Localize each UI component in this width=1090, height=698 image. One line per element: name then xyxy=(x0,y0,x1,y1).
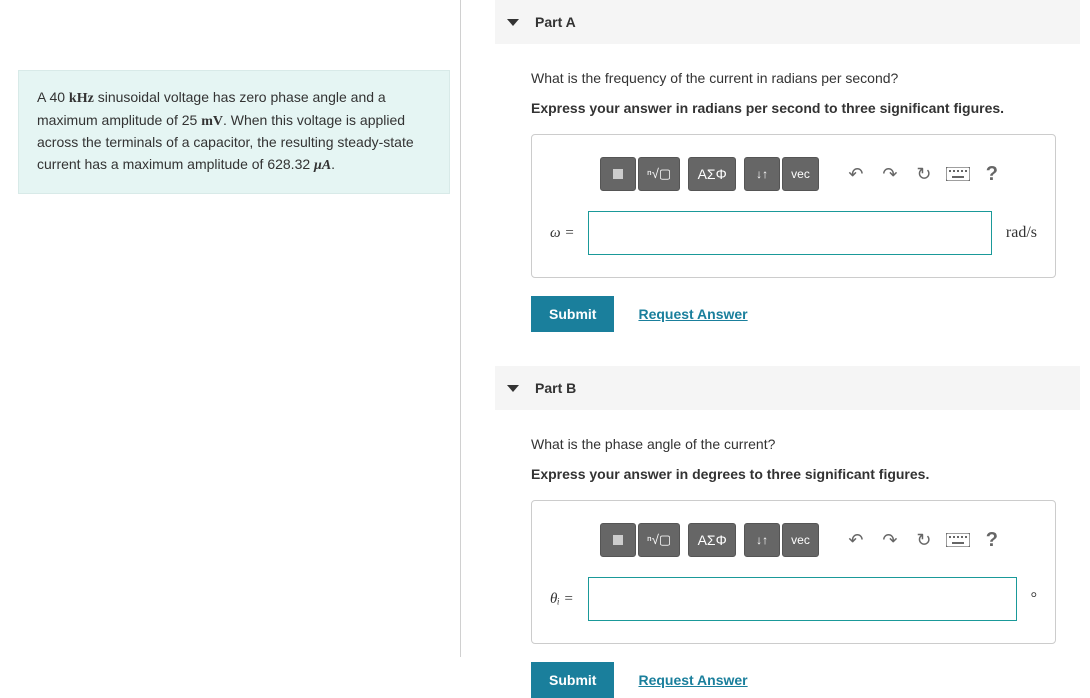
part-a-header[interactable]: Part A xyxy=(495,0,1080,44)
part-b-answer-box: ⁿ√▢ ΑΣΦ ↓↑ vec ↶ ↷ ↻ ? xyxy=(531,500,1056,644)
undo-icon[interactable]: ↶ xyxy=(843,527,869,553)
chevron-down-icon xyxy=(507,385,519,392)
subscript-button[interactable]: ↓↑ xyxy=(744,523,780,557)
part-a-submit-button[interactable]: Submit xyxy=(531,296,614,332)
part-a-unit: rad/s xyxy=(1006,224,1037,242)
unit-ua: μA xyxy=(314,158,331,173)
greek-letters-button[interactable]: ΑΣΦ xyxy=(688,523,736,557)
part-a-variable-label: ω = xyxy=(550,225,574,242)
part-a-answer-box: ⁿ√▢ ΑΣΦ ↓↑ vec ↶ ↷ ↻ ? xyxy=(531,134,1056,278)
unit-mv: mV xyxy=(201,114,223,129)
part-a-instruction: Express your answer in radians per secon… xyxy=(531,100,1056,116)
part-b-request-answer-link[interactable]: Request Answer xyxy=(638,672,747,688)
sqrt-icon[interactable]: ⁿ√▢ xyxy=(638,157,680,191)
redo-icon[interactable]: ↷ xyxy=(877,161,903,187)
problem-text: A 40 xyxy=(37,89,69,105)
part-b-answer-input[interactable] xyxy=(588,577,1017,621)
part-b-title: Part B xyxy=(535,380,576,396)
keyboard-icon[interactable] xyxy=(945,527,971,553)
part-b-instruction: Express your answer in degrees to three … xyxy=(531,466,1056,482)
subscript-button[interactable]: ↓↑ xyxy=(744,157,780,191)
unit-khz: kHz xyxy=(69,91,94,106)
vector-button[interactable]: vec xyxy=(782,157,819,191)
part-a-answer-input[interactable] xyxy=(588,211,991,255)
redo-icon[interactable]: ↷ xyxy=(877,527,903,553)
reset-icon[interactable]: ↻ xyxy=(911,527,937,553)
part-b-unit: ° xyxy=(1031,590,1037,608)
part-a-request-answer-link[interactable]: Request Answer xyxy=(638,306,747,322)
chevron-down-icon xyxy=(507,19,519,26)
sqrt-icon[interactable]: ⁿ√▢ xyxy=(638,523,680,557)
part-b-variable-label: θᵢ = xyxy=(550,591,574,608)
part-a-question: What is the frequency of the current in … xyxy=(531,70,1056,86)
undo-icon[interactable]: ↶ xyxy=(843,161,869,187)
problem-statement: A 40 kHz sinusoidal voltage has zero pha… xyxy=(18,70,450,194)
part-a-toolbar: ⁿ√▢ ΑΣΦ ↓↑ vec ↶ ↷ ↻ ? xyxy=(600,157,1037,191)
help-icon[interactable]: ? xyxy=(979,527,1005,553)
part-b-toolbar: ⁿ√▢ ΑΣΦ ↓↑ vec ↶ ↷ ↻ ? xyxy=(600,523,1037,557)
help-icon[interactable]: ? xyxy=(979,161,1005,187)
template-icon[interactable] xyxy=(600,523,636,557)
keyboard-icon[interactable] xyxy=(945,161,971,187)
part-b-header[interactable]: Part B xyxy=(495,366,1080,410)
vector-button[interactable]: vec xyxy=(782,523,819,557)
part-a-title: Part A xyxy=(535,14,576,30)
part-b-submit-button[interactable]: Submit xyxy=(531,662,614,698)
template-icon[interactable] xyxy=(600,157,636,191)
part-b-question: What is the phase angle of the current? xyxy=(531,436,1056,452)
reset-icon[interactable]: ↻ xyxy=(911,161,937,187)
greek-letters-button[interactable]: ΑΣΦ xyxy=(688,157,736,191)
